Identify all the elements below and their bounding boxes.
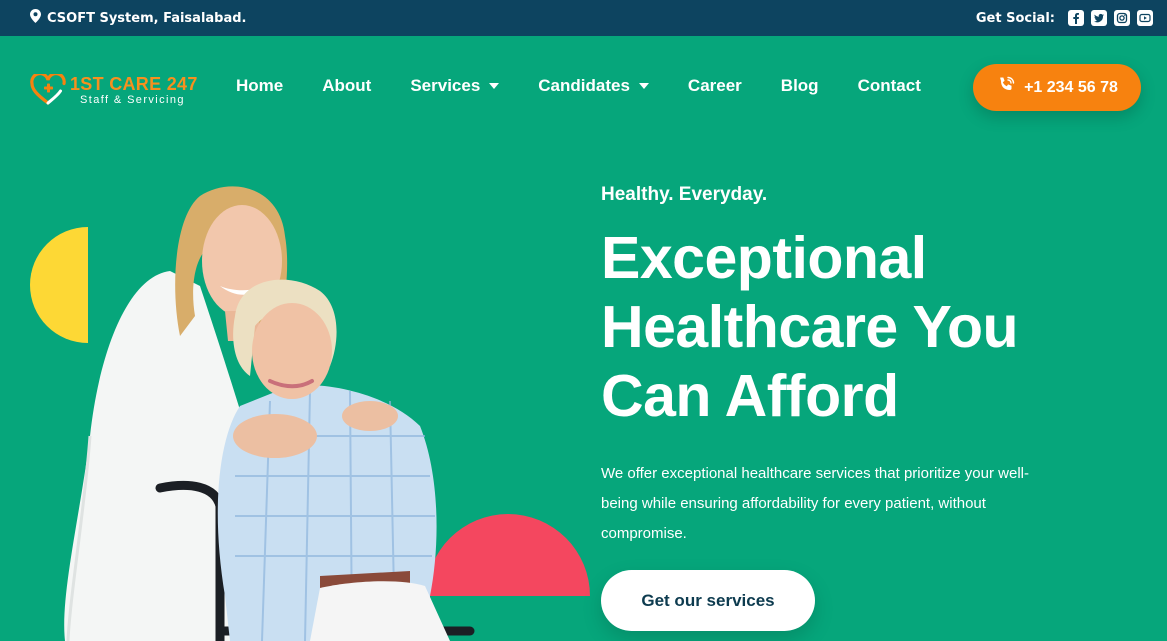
top-bar: CSOFT System, Faisalabad. Get Social: <box>0 0 1167 36</box>
location-text: CSOFT System, Faisalabad. <box>47 10 247 26</box>
nav-label: Candidates <box>538 76 630 95</box>
youtube-icon[interactable] <box>1137 10 1153 26</box>
nav-item-services[interactable]: Services <box>410 76 500 96</box>
nurse-and-patient-photo <box>64 186 475 641</box>
logo-text: 1ST CARE 247 Staff & Servicing <box>70 75 198 106</box>
phone-number: +1 234 56 78 <box>1024 78 1118 96</box>
nav-item-candidates[interactable]: Candidates <box>538 76 649 96</box>
hero-text: Healthy. Everyday. Exceptional Healthcar… <box>601 180 1141 549</box>
social-links: Get Social: <box>976 10 1153 26</box>
hero-image <box>30 176 600 641</box>
phone-button[interactable]: +1 234 56 78 <box>973 64 1141 111</box>
instagram-icon[interactable] <box>1114 10 1130 26</box>
caret-down-icon <box>489 83 500 89</box>
map-pin-icon <box>30 9 41 27</box>
logo-subtitle: Staff & Servicing <box>80 93 185 106</box>
nav-item-contact[interactable]: Contact <box>858 76 921 96</box>
nav-label: Career <box>687 76 742 95</box>
nav-label: Home <box>236 76 284 95</box>
twitter-icon[interactable] <box>1091 10 1107 26</box>
nav-item-career[interactable]: Career <box>688 76 742 96</box>
caret-down-icon <box>638 83 649 89</box>
nav-label: Contact <box>857 76 921 95</box>
site-header: 1ST CARE 247 Staff & Servicing Home Abou… <box>0 36 1167 140</box>
main-nav: Home About Services Candidates Career Bl… <box>236 76 960 96</box>
heart-cross-logo-icon <box>30 71 66 106</box>
hero-description: We offer exceptional healthcare services… <box>601 465 1029 542</box>
hero-headline: Exceptional Healthcare You Can Afford <box>601 225 1019 429</box>
nav-label: About <box>322 76 372 95</box>
facebook-icon[interactable] <box>1068 10 1084 26</box>
location-info: CSOFT System, Faisalabad. <box>30 9 247 27</box>
nav-item-about[interactable]: About <box>322 76 371 96</box>
nav-label: Services <box>410 76 481 95</box>
yellow-half-circle-shape <box>30 227 88 343</box>
social-label: Get Social: <box>975 10 1055 26</box>
nav-label: Blog <box>780 76 819 95</box>
phone-icon <box>996 75 1016 100</box>
hero-eyebrow: Healthy. Everyday. <box>601 184 768 205</box>
logo-title: 1ST CARE 247 <box>70 73 198 94</box>
logo[interactable]: 1ST CARE 247 Staff & Servicing <box>30 71 198 106</box>
red-half-circle-shape <box>426 514 590 596</box>
get-services-button[interactable]: Get our services <box>601 570 815 631</box>
nav-item-blog[interactable]: Blog <box>781 76 819 96</box>
nav-item-home[interactable]: Home <box>236 76 283 96</box>
